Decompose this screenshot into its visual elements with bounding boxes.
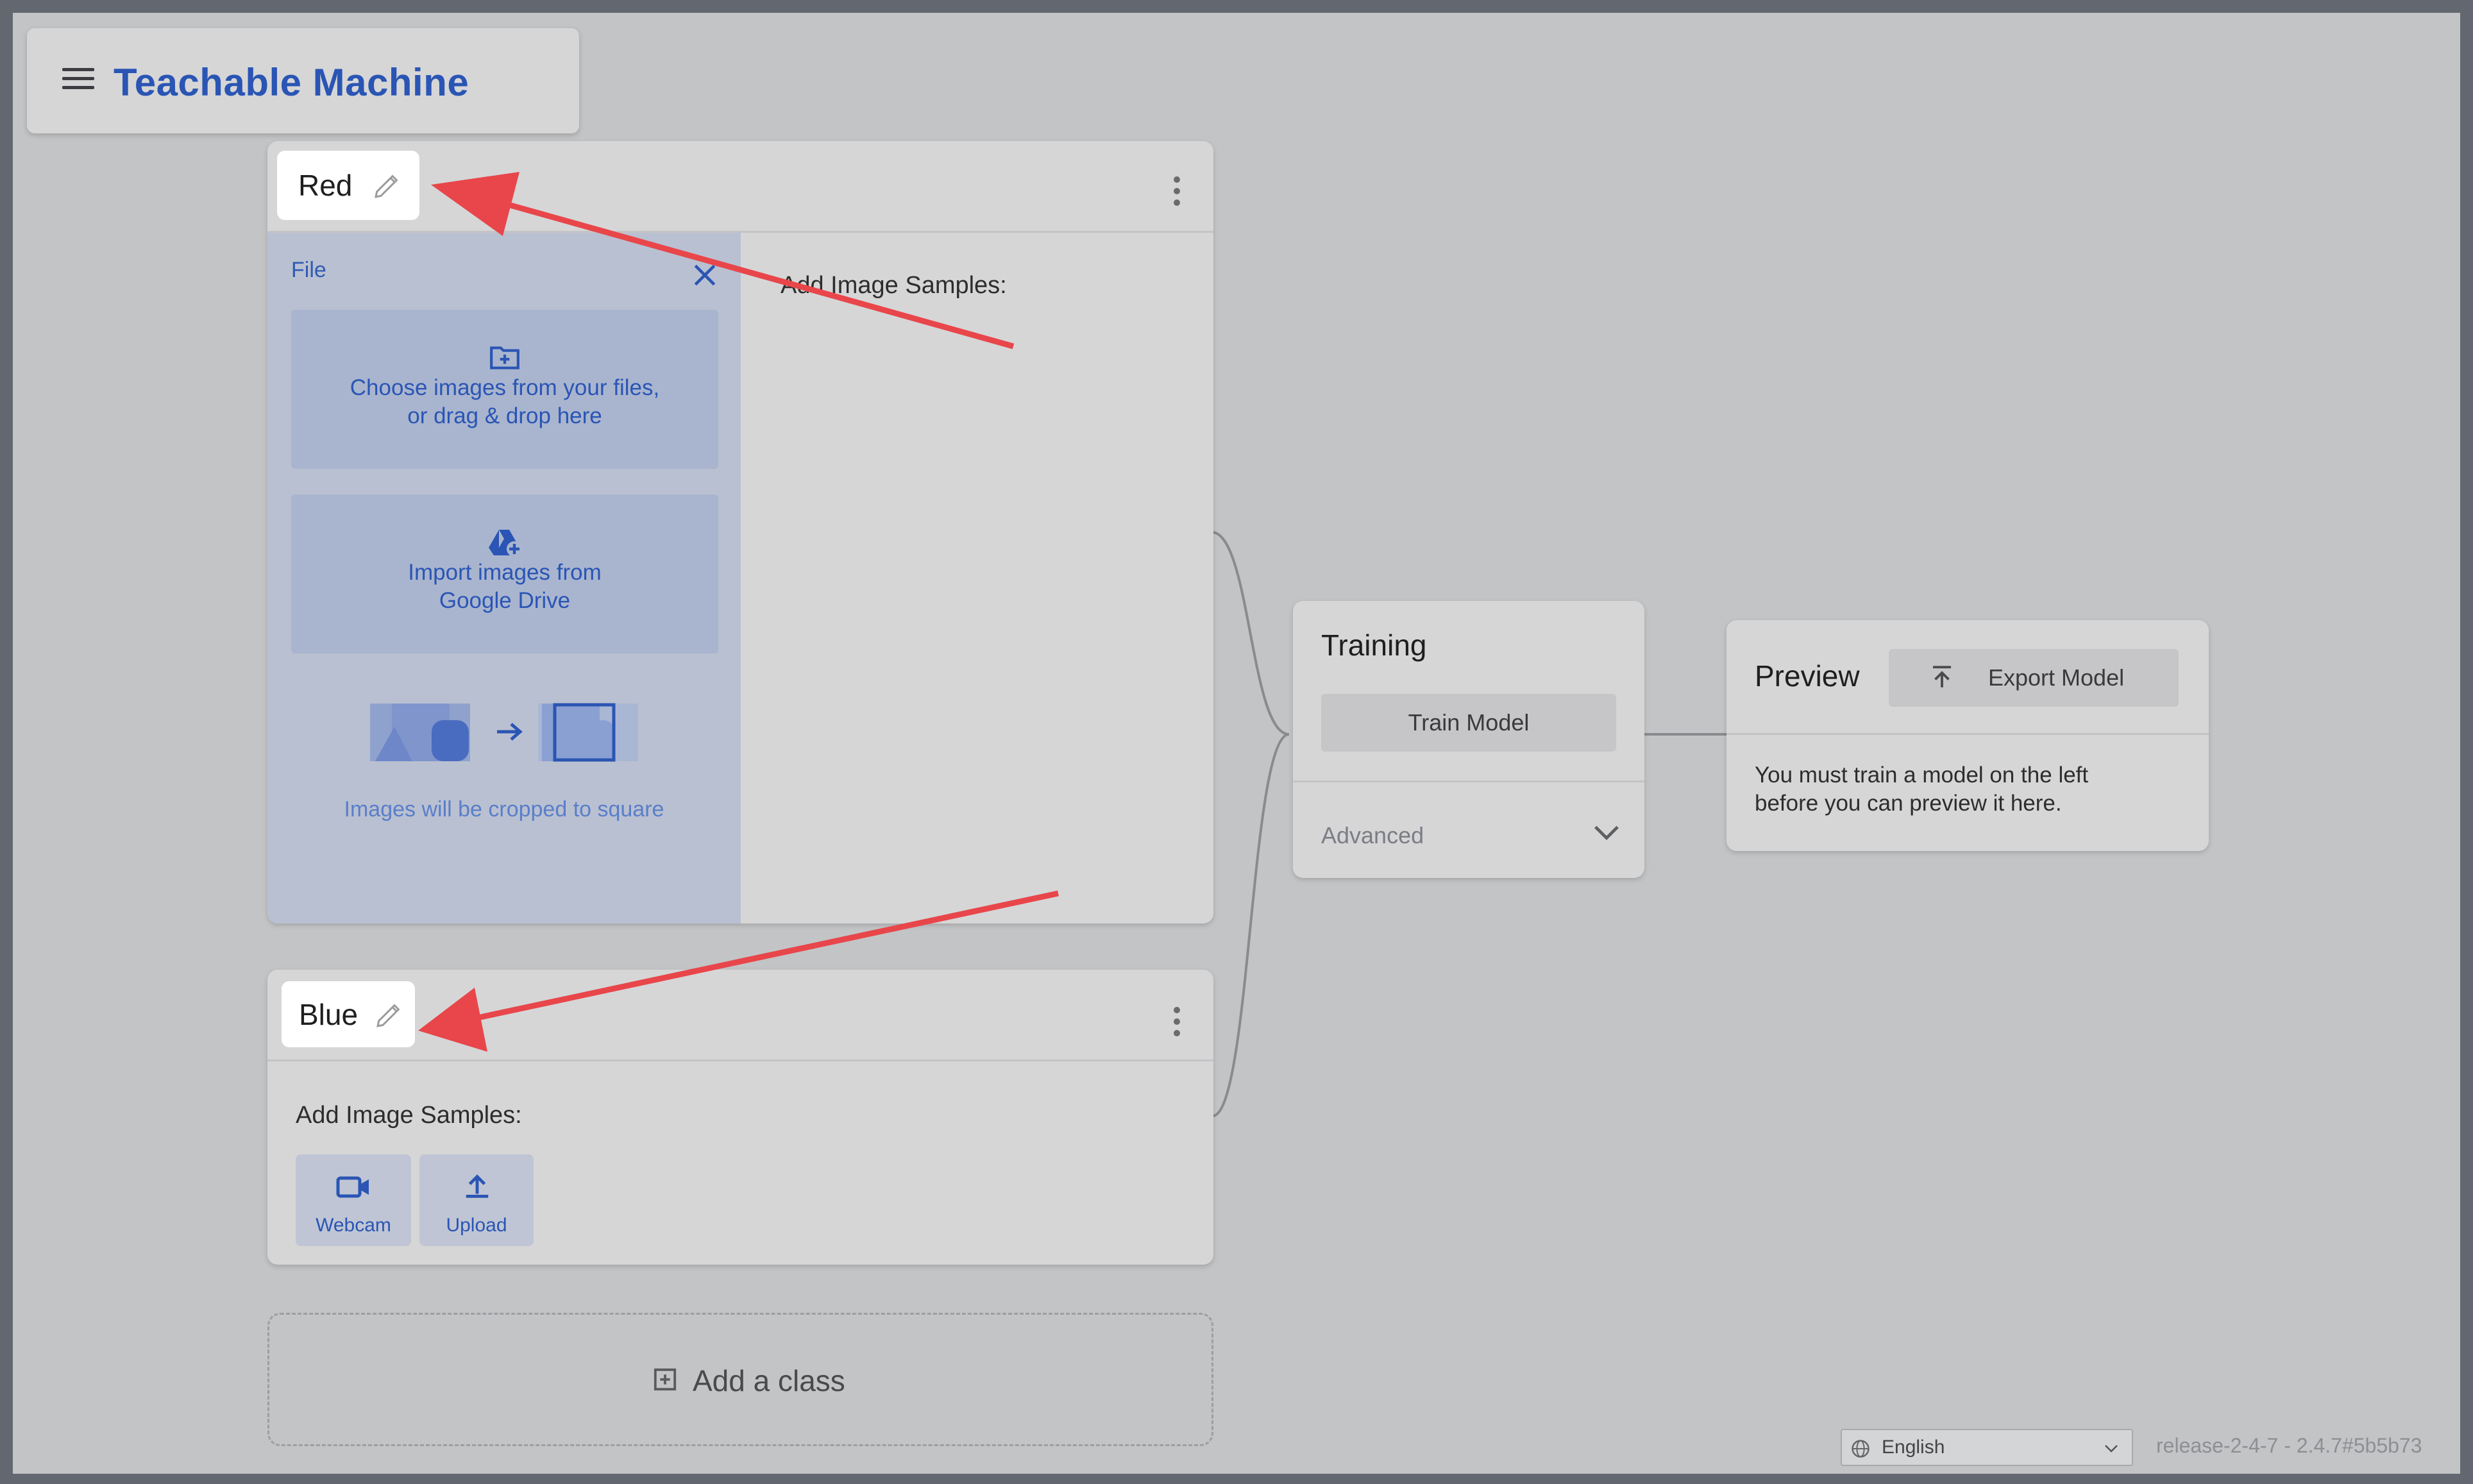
app-page: Teachable Machine Red File Choose images… (13, 13, 2460, 1474)
annotation-arrows (418, 172, 1059, 1052)
